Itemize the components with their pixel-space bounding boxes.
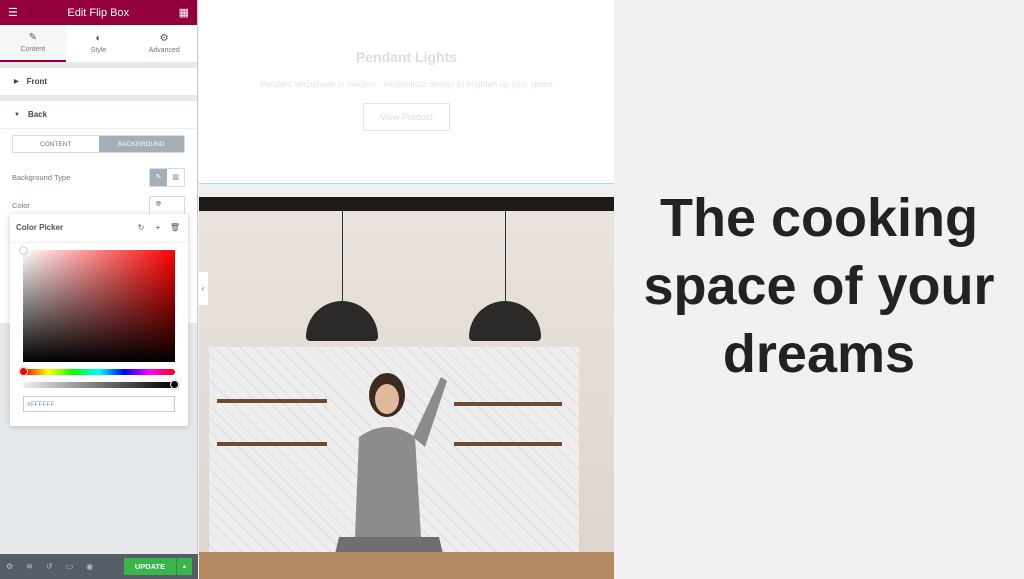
panel-title: Edit Flip Box <box>67 6 130 19</box>
alpha-handle[interactable] <box>170 380 179 389</box>
color-swatch[interactable] <box>167 196 184 214</box>
card-description: Pendant lampshade in modern - minimalist… <box>260 79 553 89</box>
tab-label: Style <box>90 47 107 54</box>
countertop <box>199 552 614 579</box>
woman-figure <box>329 373 449 579</box>
color-picker-popover: Color Picker ↻ + 🗑︎ #FFFFFF <box>10 214 188 426</box>
update-button[interactable]: UPDATE <box>124 558 176 575</box>
shelf <box>454 402 562 406</box>
reset-icon[interactable]: ↻ <box>134 221 148 235</box>
section-back[interactable]: ▼ Back <box>0 101 197 128</box>
hue-handle[interactable] <box>19 367 28 376</box>
segment-content[interactable]: CONTENT <box>13 136 99 152</box>
alpha-slider[interactable] <box>23 382 175 388</box>
classic-brush-icon[interactable]: ✎ <box>150 168 167 186</box>
hero-line: dreams <box>722 323 916 384</box>
section-label: Front <box>26 77 48 86</box>
shelf <box>217 399 327 403</box>
tab-style[interactable]: ◐ Style <box>66 25 132 62</box>
tab-advanced[interactable]: ⚙ Advanced <box>131 25 197 62</box>
ceiling <box>199 197 614 211</box>
kitchen-photo <box>199 197 614 579</box>
widgets-grid-icon[interactable]: ▦ <box>179 6 189 19</box>
navigator-layers-icon[interactable]: ≋ <box>26 562 33 571</box>
tab-label: Advanced <box>148 47 180 54</box>
section-front[interactable]: ▶ Front <box>0 68 197 95</box>
shelf <box>217 442 327 446</box>
pencil-icon: ✎ <box>28 32 38 43</box>
panel-tabs: ✎ Content ◐ Style ⚙ Advanced <box>0 25 197 62</box>
hero-heading: The cooking space of your dreams <box>643 184 994 388</box>
gear-icon: ⚙ <box>159 33 169 44</box>
hamburger-menu-icon[interactable]: ☰ <box>8 6 18 19</box>
background-type-row: Background Type ✎ ▥ <box>12 163 185 191</box>
history-icon[interactable]: ↺ <box>46 562 53 571</box>
lamp-cord <box>342 211 343 301</box>
responsive-mode-icon[interactable]: ▭ <box>66 562 74 571</box>
saturation-area[interactable] <box>23 250 175 362</box>
add-icon[interactable]: + <box>151 221 165 235</box>
content-background-switch: CONTENT BACKGROUND <box>12 135 185 153</box>
section-label: Back <box>27 110 48 119</box>
hue-slider[interactable] <box>23 369 175 375</box>
trash-icon[interactable]: 🗑︎ <box>168 221 182 235</box>
tab-content[interactable]: ✎ Content <box>0 25 66 62</box>
caret-right-icon: ▶ <box>14 79 19 85</box>
collapse-panel-button[interactable]: ‹ <box>198 272 208 305</box>
tab-label: Content <box>20 46 46 53</box>
shelf <box>454 442 562 446</box>
preview-eye-icon[interactable]: ◉ <box>86 562 93 571</box>
hero-line: space of your <box>643 255 995 316</box>
saturation-handle[interactable] <box>20 247 27 254</box>
gradient-icon[interactable]: ▥ <box>167 169 184 186</box>
view-product-button[interactable]: View Product <box>363 103 450 131</box>
half-circle-icon: ◐ <box>95 33 102 44</box>
lamp-cord <box>505 211 506 301</box>
color-picker-title: Color Picker <box>16 223 64 232</box>
hero-heading-area: The cooking space of your dreams <box>614 0 1024 579</box>
color-label: Color <box>12 200 30 210</box>
caret-down-icon: ▼ <box>14 111 20 118</box>
globe-icon[interactable]: 🌐︎ <box>150 197 167 214</box>
settings-icon[interactable]: ⚙ <box>6 562 13 571</box>
pendant-lamp <box>306 301 378 341</box>
pendant-lamp <box>469 301 541 341</box>
hex-input[interactable]: #FFFFFF <box>23 396 175 412</box>
segment-background[interactable]: BACKGROUND <box>98 136 184 152</box>
hero-line: The cooking <box>659 187 978 248</box>
card-title: Pendant Lights <box>355 49 458 65</box>
background-type-label: Background Type <box>12 172 71 182</box>
panel-footer: ⚙ ≋ ↺ ▭ ◉ UPDATE ▲ <box>0 554 198 579</box>
flip-box-back: Pendant Lights Pendant lampshade in mode… <box>199 0 614 184</box>
panel-header: ☰ Edit Flip Box ▦ <box>0 0 197 25</box>
update-options-button[interactable]: ▲ <box>176 558 192 575</box>
